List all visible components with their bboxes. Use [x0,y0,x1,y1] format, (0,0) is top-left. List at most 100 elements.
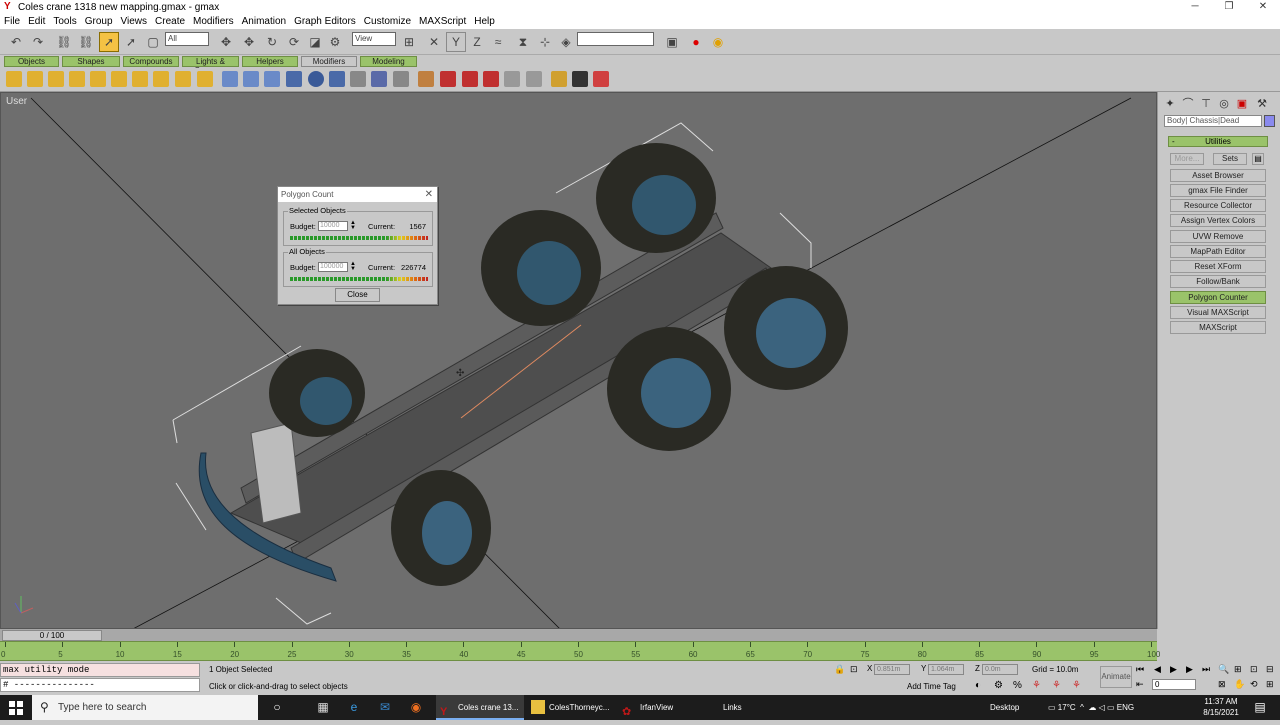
go-to-end-icon[interactable]: ⏭ [1202,664,1210,675]
render-icon[interactable]: ◉ [708,32,728,52]
menu-customize[interactable]: Customize [364,16,411,27]
menu-maxscript[interactable]: MAXScript [419,16,466,27]
restrict-x-icon[interactable]: ✕ [424,32,444,52]
menu-modifiers[interactable]: Modifiers [193,16,234,27]
extrude-modifier-icon[interactable] [418,71,434,87]
language-indicator[interactable]: ENG [1117,703,1134,712]
time-slider[interactable]: 0 / 100 [2,630,102,641]
assign-vertex-colors-button[interactable]: Assign Vertex Colors [1170,214,1266,227]
volume-icon[interactable]: ◁ [1099,703,1105,712]
visual-maxscript-button[interactable]: Visual MAXScript [1170,306,1266,319]
degradation-icon[interactable]: ⚘ [1072,680,1081,691]
selection-filter-dropdown[interactable]: All [165,32,209,46]
restrict-z-icon[interactable]: Z [467,32,487,52]
animate-button[interactable]: Animate [1100,666,1132,688]
reset-xform-button[interactable]: Reset XForm [1170,260,1266,273]
network-icon[interactable]: ▭ [1107,703,1115,712]
tab-compounds[interactable]: Compounds [123,56,179,67]
sets-button[interactable]: Sets [1213,153,1247,165]
schematic-icon[interactable]: ▣ [662,32,682,52]
slice-modifier-icon[interactable] [243,71,259,87]
onedrive-icon[interactable]: ☁ [1088,703,1096,712]
polygon-counter-button[interactable]: Polygon Counter [1170,291,1266,304]
tab-helpers[interactable]: Helpers [242,56,298,67]
tab-modeling[interactable]: Modeling [360,56,417,67]
smooth-modifier-icon[interactable] [350,71,366,87]
align-icon[interactable]: ⊹ [535,32,555,52]
edge-icon[interactable]: e [346,699,362,715]
asset-browser-button[interactable]: Asset Browser [1170,169,1266,182]
zoom-extents-all-icon[interactable]: ⊟ [1266,664,1274,675]
spinner-snap-icon[interactable]: ⚘ [1032,680,1041,691]
taskbar-app-irfanview[interactable]: ✿ IrfanView [618,695,706,720]
uvw-map-modifier-icon[interactable] [286,71,302,87]
move-icon[interactable]: ✥ [239,32,259,52]
tray-overflow-icon[interactable]: ^ [1078,703,1086,712]
restrict-y-icon[interactable]: Y [446,32,466,52]
arc-rotate-icon[interactable]: ⟲ [1250,679,1258,690]
modify-tab-icon[interactable]: ⌒ [1180,96,1196,112]
lock-selection-icon[interactable]: 🔒 [834,664,845,675]
mirror-icon[interactable]: ⧗ [513,32,533,52]
maxscript-button[interactable]: MAXScript [1170,321,1266,334]
desktop-toolbar[interactable]: Desktop [990,695,1019,720]
notifications-icon[interactable]: ▤ [1252,699,1268,715]
menu-tools[interactable]: Tools [53,16,76,27]
snap-toggle-icon[interactable]: ◐ [975,680,981,691]
dialog-close-button[interactable]: Close [335,288,380,302]
unwrap-modifier-icon[interactable] [329,71,345,87]
zoom-icon[interactable]: 🔍 [1218,664,1229,675]
menu-views[interactable]: Views [121,16,148,27]
normal-modifier-icon[interactable] [504,71,520,87]
pivot-icon[interactable]: ⊞ [399,32,419,52]
selected-budget-spinner-icon[interactable]: ▲ ▼ [350,220,356,231]
z-coordinate-field[interactable]: 0.0m [982,664,1018,675]
store-icon[interactable]: ▦ [315,699,331,715]
rotate-icon[interactable]: ↻ [262,32,282,52]
start-button[interactable] [0,695,32,720]
weather-icon[interactable]: ▭ [1048,703,1056,712]
unlink-icon[interactable]: ⛓ [76,32,96,52]
utilities-tab-icon[interactable]: ⚒ [1254,96,1270,112]
zoom-extents-icon[interactable]: ⊡ [1250,664,1258,675]
object-color-swatch[interactable] [1264,115,1275,127]
uvw-remove-button[interactable]: UVW Remove [1170,230,1266,243]
percent-snap-icon[interactable]: % [1013,680,1022,691]
stretch-modifier-icon[interactable] [90,71,106,87]
vertex-paint-icon[interactable] [593,71,609,87]
object-name-field[interactable]: Body| Chassis|Dead [1164,115,1262,127]
mesh-select-icon[interactable] [371,71,387,87]
menu-group[interactable]: Group [85,16,113,27]
undo-icon[interactable]: ↶ [6,32,26,52]
snap-icon[interactable]: ◈ [556,32,576,52]
select-move-icon[interactable]: ✥ [216,32,236,52]
skew-modifier-icon[interactable] [222,71,238,87]
mappath-editor-button[interactable]: MapPath Editor [1170,245,1266,258]
selected-budget-input[interactable]: 10000 [318,221,348,231]
select-by-name-icon[interactable]: ➚ [121,32,141,52]
firefox-icon[interactable]: ◉ [408,699,424,715]
create-tab-icon[interactable]: ✦ [1162,96,1178,112]
tab-objects[interactable]: Objects [4,56,59,67]
bend-modifier-icon[interactable] [6,71,22,87]
region-zoom-icon[interactable]: ⊠ [1218,679,1226,690]
push-modifier-icon[interactable] [132,71,148,87]
material-editor-icon[interactable]: ● [686,32,706,52]
angle-snap-icon[interactable]: ⚙ [994,680,1003,691]
maximize-viewport-icon[interactable]: ⊞ [1266,679,1274,690]
follow-bank-button[interactable]: Follow/Bank [1170,275,1266,288]
edit-mesh-icon[interactable] [393,71,409,87]
relax-modifier-icon[interactable] [153,71,169,87]
temperature[interactable]: 17°C [1058,703,1076,712]
material-modifier-icon[interactable] [551,71,567,87]
cortana-icon[interactable]: ○ [269,699,285,715]
add-time-tag[interactable]: Add Time Tag [907,682,956,691]
taper-modifier-icon[interactable] [27,71,43,87]
menu-animation[interactable]: Animation [242,16,286,27]
track-bar[interactable]: 0 5 10 15 20 25 30 35 40 45 50 55 60 65 70 75 80 85 90 95 10… [0,641,1160,661]
menu-graph-editors[interactable]: Graph Editors [294,16,356,27]
maxscript-listener-output[interactable]: max utility mode [0,663,200,677]
ripple-modifier-icon[interactable] [175,71,191,87]
maxscript-listener-input[interactable]: # --------------- [0,678,200,692]
resource-collector-button[interactable]: Resource Collector [1170,199,1266,212]
